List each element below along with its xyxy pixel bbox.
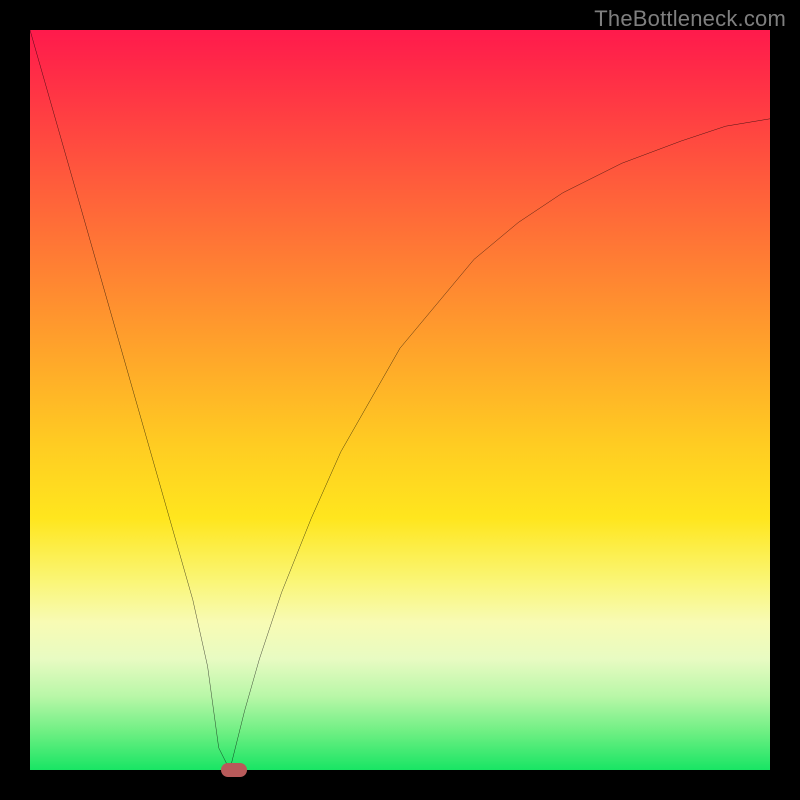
plot-area — [30, 30, 770, 770]
chart-frame: TheBottleneck.com — [0, 0, 800, 800]
watermark-text: TheBottleneck.com — [594, 6, 786, 32]
minimum-marker — [221, 763, 247, 777]
bottleneck-curve — [30, 30, 770, 770]
